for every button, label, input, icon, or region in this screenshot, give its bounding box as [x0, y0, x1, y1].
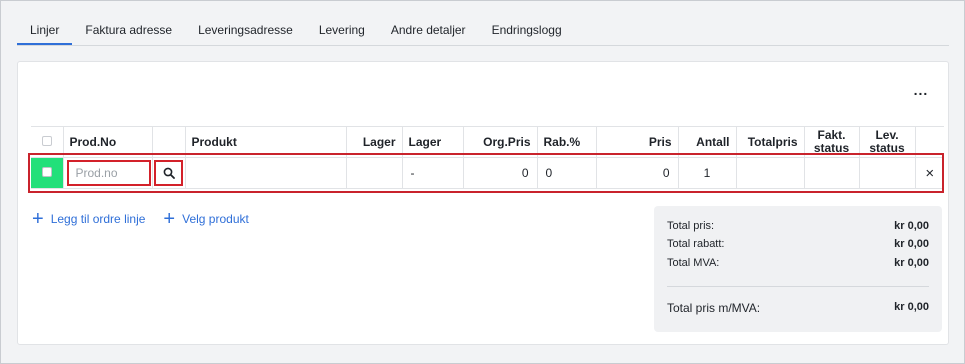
more-options-button[interactable]: ...: [911, 83, 931, 103]
header-totalpris: Totalpris: [735, 126, 804, 158]
header-org-pris: Org.Pris: [462, 126, 537, 158]
plus-icon: +: [32, 208, 44, 230]
lager-2-cell: -: [401, 157, 463, 189]
choose-product-button[interactable]: + Velg produkt: [163, 208, 249, 230]
header-pris: Pris: [595, 126, 678, 158]
line-actions: + Legg til ordre linje + Velg produkt: [32, 208, 249, 230]
prod-no-input[interactable]: [66, 160, 151, 186]
summary-total-vat: Total MVA: kr 0,00: [667, 257, 929, 269]
header-lager-1: Lager: [345, 126, 402, 158]
summary-total-price-value: kr 0,00: [894, 220, 929, 232]
tab-andre-detaljer[interactable]: Andre detaljer: [378, 1, 479, 45]
tab-endringslogg[interactable]: Endringslogg: [479, 1, 575, 45]
tab-bar: Linjer Faktura adresse Leveringsadresse …: [17, 1, 949, 46]
summary-total-price-label: Total pris:: [667, 220, 715, 232]
remove-row-button[interactable]: ×: [914, 157, 944, 189]
summary-grand-total: Total pris m/MVA: kr 0,00: [667, 301, 929, 315]
prod-no-cell: [62, 157, 152, 189]
header-fakt-status: Fakt. status: [803, 126, 859, 158]
table-header-row: Prod.No Produkt Lager Lager Org.Pris Rab…: [31, 126, 944, 158]
header-search: [151, 126, 185, 158]
order-lines-table: Prod.No Produkt Lager Lager Org.Pris Rab…: [31, 126, 944, 189]
lev-status-cell: [858, 157, 915, 189]
add-order-line-button[interactable]: + Legg til ordre linje: [32, 208, 146, 230]
summary-total-price: Total pris: kr 0,00: [667, 220, 929, 232]
tab-linjer[interactable]: Linjer: [17, 1, 73, 45]
summary-total-discount: Total rabatt: kr 0,00: [667, 238, 929, 250]
org-pris-cell[interactable]: 0: [462, 157, 537, 189]
tab-leveringsadresse[interactable]: Leveringsadresse: [185, 1, 306, 45]
fakt-status-cell: [803, 157, 859, 189]
summary-total-discount-label: Total rabatt:: [667, 238, 725, 250]
header-remove: [914, 126, 944, 158]
tab-levering[interactable]: Levering: [306, 1, 378, 45]
header-select-all[interactable]: [31, 126, 63, 158]
lager-1-cell: [345, 157, 402, 189]
add-order-line-label: Legg til ordre linje: [50, 212, 146, 226]
header-produkt: Produkt: [184, 126, 346, 158]
choose-product-label: Velg produkt: [182, 212, 249, 226]
row-select-cell[interactable]: [31, 157, 63, 189]
product-search-button[interactable]: [154, 160, 183, 186]
antall-cell[interactable]: 1: [677, 157, 736, 189]
pris-cell[interactable]: 0: [595, 157, 678, 189]
header-prod-no: Prod.No: [62, 126, 152, 158]
header-lager-2: Lager: [401, 126, 463, 158]
summary-total-vat-label: Total MVA:: [667, 257, 720, 269]
summary-divider: [667, 286, 929, 287]
plus-icon: +: [163, 208, 176, 230]
header-antall: Antall: [677, 126, 736, 158]
summary-grand-total-value: kr 0,00: [894, 301, 929, 313]
header-lev-status: Lev. status: [858, 126, 915, 158]
summary-total-vat-value: kr 0,00: [894, 257, 929, 269]
summary-total-discount-value: kr 0,00: [894, 238, 929, 250]
header-rab: Rab.%: [536, 126, 596, 158]
summary-grand-total-label: Total pris m/MVA:: [667, 301, 761, 315]
select-all-checkbox[interactable]: [41, 135, 52, 146]
row-checkbox[interactable]: [41, 167, 52, 177]
search-cell: [151, 157, 185, 189]
table-row: - 0 0 0 1 ×: [31, 157, 944, 189]
order-summary-panel: Total pris: kr 0,00 Total rabatt: kr 0,0…: [654, 206, 942, 332]
totalpris-cell: [735, 157, 804, 189]
search-icon: [163, 167, 175, 179]
tab-faktura-adresse[interactable]: Faktura adresse: [72, 1, 185, 45]
rab-cell[interactable]: 0: [536, 157, 596, 189]
produkt-cell[interactable]: [184, 157, 346, 189]
